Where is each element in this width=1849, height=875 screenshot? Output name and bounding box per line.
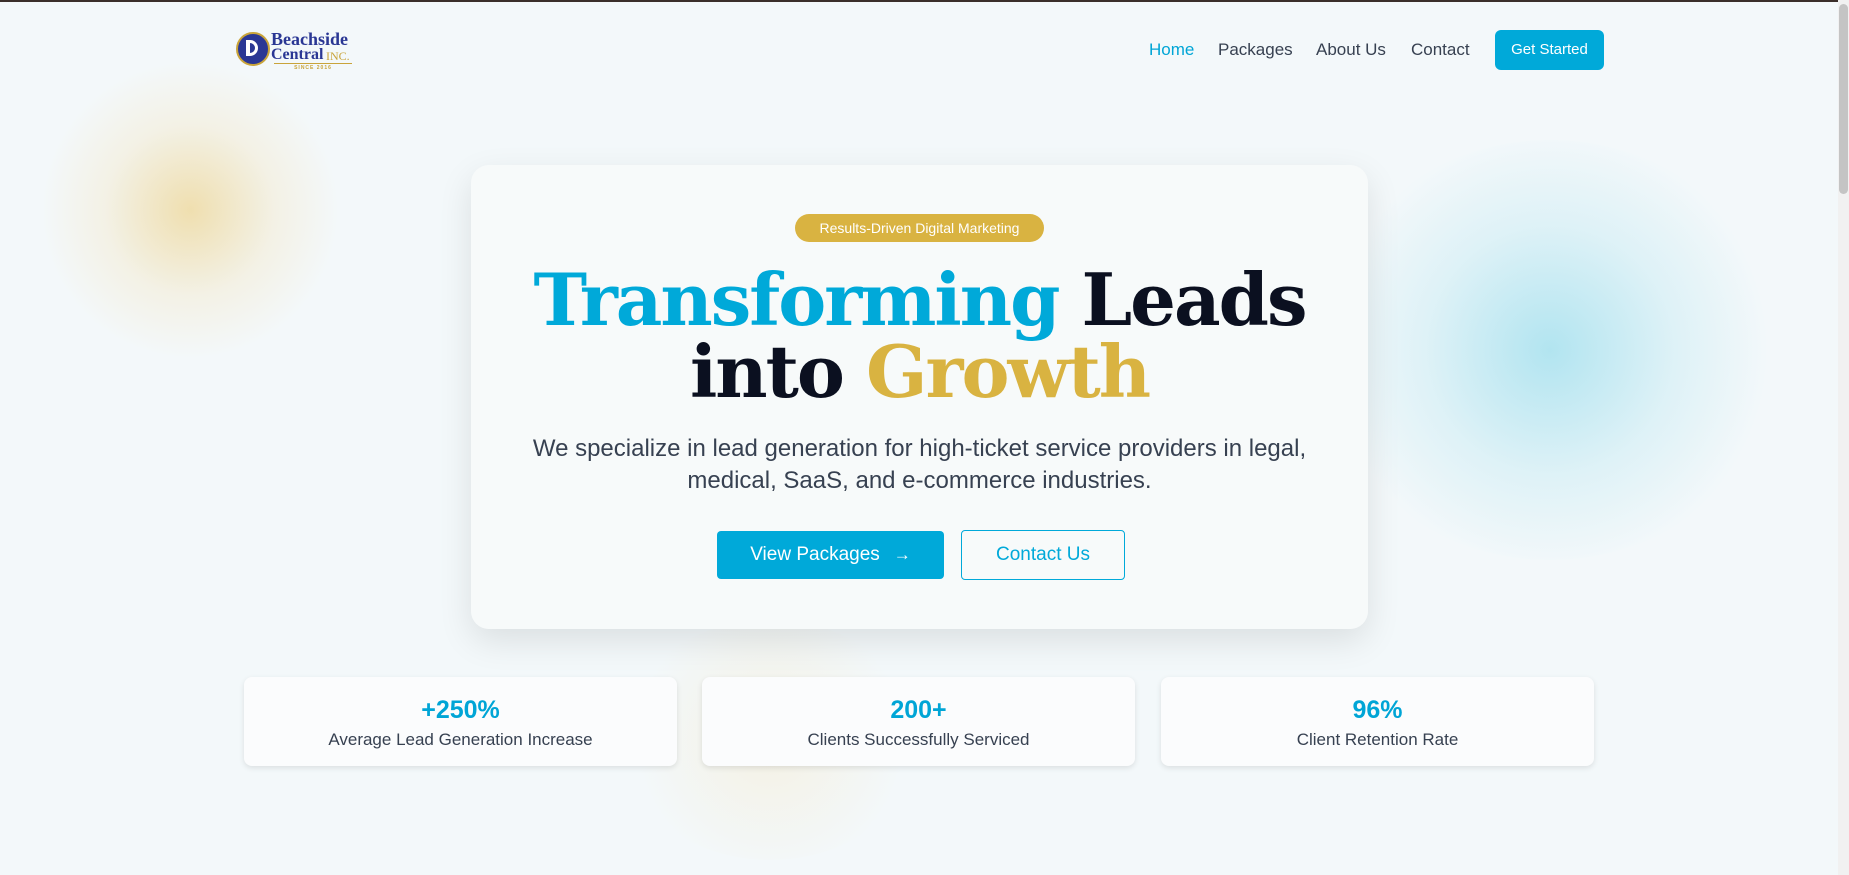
window-top-border xyxy=(0,0,1849,2)
blue-glow-decoration xyxy=(1320,140,1780,560)
logo-name-line2: Central xyxy=(271,46,324,63)
headline-word-into: into xyxy=(689,329,845,414)
stat-value: 200+ xyxy=(890,696,947,724)
headline-word-growth: Growth xyxy=(866,329,1151,414)
hero-headline: Transforming Leads into Growth xyxy=(471,264,1368,408)
arrow-right-icon: → xyxy=(893,545,911,564)
stat-value: 96% xyxy=(1352,696,1403,724)
stat-label: Client Retention Rate xyxy=(1296,730,1459,749)
logo-since: SINCE 2016 xyxy=(274,63,352,71)
nav-packages[interactable]: Packages xyxy=(1218,40,1293,60)
scrollbar-thumb[interactable] xyxy=(1839,4,1848,194)
hero-card: Results-Driven Digital Marketing Transfo… xyxy=(471,165,1368,629)
view-packages-label: View Packages xyxy=(750,544,880,565)
brand-logo[interactable]: Beachside Central INC. SINCE 2016 xyxy=(236,30,352,71)
gold-glow-decoration xyxy=(40,60,340,360)
contact-us-button[interactable]: Contact Us xyxy=(961,530,1125,580)
stat-label: Average Lead Generation Increase xyxy=(328,730,593,749)
stat-card-clients: 200+ Clients Successfully Serviced xyxy=(702,677,1135,766)
stat-card-retention: 96% Client Retention Rate xyxy=(1161,677,1594,766)
logo-b-icon xyxy=(236,32,270,66)
hero-badge: Results-Driven Digital Marketing xyxy=(795,214,1044,242)
get-started-button[interactable]: Get Started xyxy=(1495,30,1604,70)
stat-value: +250% xyxy=(421,696,500,724)
stat-card-lead-increase: +250% Average Lead Generation Increase xyxy=(244,677,677,766)
nav-contact[interactable]: Contact xyxy=(1411,40,1470,60)
stat-label: Clients Successfully Serviced xyxy=(807,730,1030,749)
nav-home[interactable]: Home xyxy=(1149,40,1194,60)
logo-suffix: INC. xyxy=(326,49,350,63)
hero-subtitle: We specialize in lead generation for hig… xyxy=(532,435,1307,494)
view-packages-button[interactable]: View Packages → xyxy=(717,531,944,579)
page-scrollbar[interactable] xyxy=(1838,0,1849,875)
nav-about-us[interactable]: About Us xyxy=(1316,40,1386,60)
